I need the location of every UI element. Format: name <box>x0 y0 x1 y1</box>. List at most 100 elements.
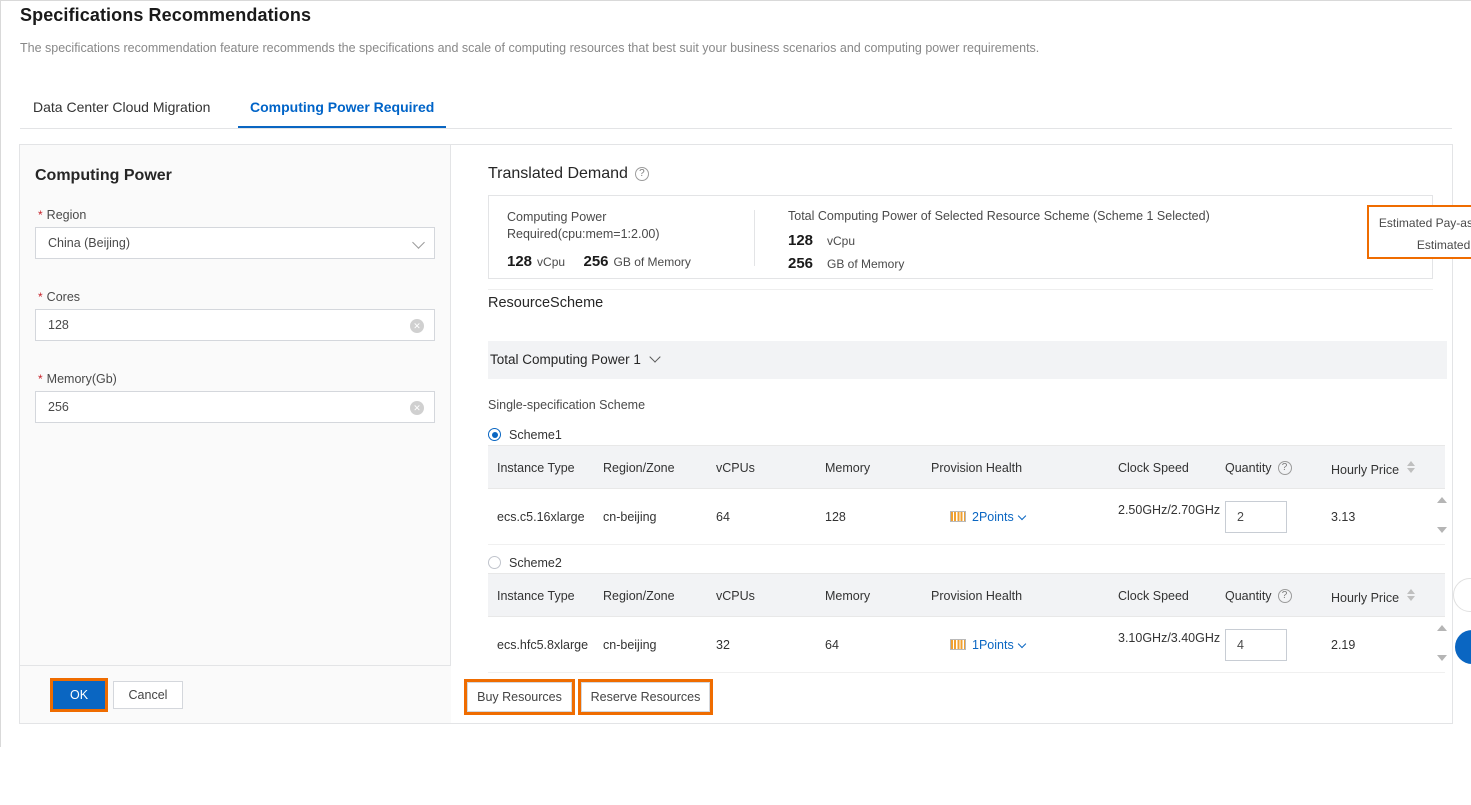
chevron-down-icon <box>1017 512 1025 520</box>
region-value: China (Beijing) <box>48 236 130 250</box>
scheme1-label: Scheme1 <box>509 428 562 442</box>
selected-vcpu-unit: vCpu <box>827 234 855 248</box>
single-specification-label: Single-specification Scheme <box>488 398 645 412</box>
scheme1-radio-row[interactable]: Scheme1 <box>488 428 562 442</box>
cell-region-zone: cn-beijing <box>603 638 657 652</box>
region-select[interactable]: China (Beijing) <box>35 227 435 259</box>
memory-value: 256 <box>48 400 69 414</box>
memory-label: *Memory(Gb) <box>38 372 117 386</box>
selected-scheme-group: Total Computing Power of Selected Resour… <box>788 209 1210 273</box>
col-memory: Memory <box>825 461 870 475</box>
chevron-down-icon <box>649 351 660 362</box>
clear-icon[interactable]: ✕ <box>410 319 424 333</box>
selected-scheme-title: Total Computing Power of Selected Resour… <box>788 209 1210 223</box>
col-region-zone: Region/Zone <box>603 461 675 475</box>
cores-input[interactable]: 128 ✕ <box>35 309 435 341</box>
quantity-input[interactable]: 2 <box>1225 501 1287 533</box>
col-memory: Memory <box>825 589 870 603</box>
main-card: Computing Power *Region China (Beijing) … <box>19 144 1453 724</box>
required-vcpu-value: 128 <box>507 253 532 270</box>
row-scroll-up[interactable] <box>1435 497 1449 503</box>
chevron-down-icon <box>1017 640 1025 648</box>
memory-input[interactable]: 256 ✕ <box>35 391 435 423</box>
cell-hourly-price: 2.19 <box>1331 638 1355 652</box>
cores-label: *Cores <box>38 290 80 304</box>
col-clock-speed: Clock Speed <box>1118 461 1189 475</box>
scheme2-radio-row[interactable]: Scheme2 <box>488 556 562 570</box>
scheme2-table: Instance Type Region/Zone vCPUs Memory P… <box>488 573 1445 673</box>
required-mem-value: 256 <box>584 253 609 270</box>
selected-mem-row: 256 GB of Memory <box>788 255 1210 273</box>
section-divider <box>488 289 1433 290</box>
cell-hourly-price: 3.13 <box>1331 510 1355 524</box>
row-scroll-down[interactable] <box>1435 655 1449 661</box>
health-bars-icon <box>950 511 966 522</box>
resource-scheme-title: ResourceScheme <box>488 295 603 311</box>
quantity-input[interactable]: 4 <box>1225 629 1287 661</box>
translated-demand-title: Translated Demand? <box>488 165 649 183</box>
demand-summary-box: Computing Power Required(cpu:mem=1:2.00)… <box>488 195 1433 279</box>
summary-divider <box>754 210 755 266</box>
table-header: Instance Type Region/Zone vCPUs Memory P… <box>488 573 1445 617</box>
required-values: 128 vCpu 256 GB of Memory <box>507 253 757 271</box>
tab-bar: Data Center Cloud Migration Computing Po… <box>20 92 1452 129</box>
computing-power-panel: Computing Power *Region China (Beijing) … <box>20 145 451 723</box>
table-row: ecs.hfc5.8xlarge cn-beijing 32 64 1Point… <box>488 617 1445 673</box>
sort-icon[interactable] <box>1407 461 1416 473</box>
col-provision-health: Provision Health <box>931 589 1022 603</box>
region-label: *Region <box>38 208 86 222</box>
page-title: Specifications Recommendations <box>20 5 311 26</box>
cell-memory: 64 <box>825 638 839 652</box>
required-mem-unit: GB of Memory <box>614 255 691 269</box>
page-description: The specifications recommendation featur… <box>20 41 1039 55</box>
scheme2-label: Scheme2 <box>509 556 562 570</box>
cell-provision-health[interactable]: 2Points <box>950 510 1025 524</box>
cell-vcpus: 64 <box>716 510 730 524</box>
cancel-button[interactable]: Cancel <box>113 681 183 709</box>
selected-vcpu-row: 128 vCpu <box>788 232 1210 250</box>
cell-clock-speed: 2.50GHz/2.70GHz <box>1118 502 1214 519</box>
collapse-label: Total Computing Power 1 <box>490 352 641 367</box>
total-computing-power-collapse[interactable]: Total Computing Power 1 <box>488 341 1447 379</box>
computing-power-title: Computing Power <box>35 167 172 185</box>
col-hourly-price[interactable]: Hourly Price <box>1331 589 1416 605</box>
scheme1-table: Instance Type Region/Zone vCPUs Memory P… <box>488 445 1445 545</box>
left-panel-footer: OK Cancel <box>20 665 451 723</box>
tab-data-center-cloud-migration[interactable]: Data Center Cloud Migration <box>33 92 210 128</box>
table-header: Instance Type Region/Zone vCPUs Memory P… <box>488 445 1445 489</box>
cell-region-zone: cn-beijing <box>603 510 657 524</box>
cores-value: 128 <box>48 318 69 332</box>
sort-icon[interactable] <box>1407 589 1416 601</box>
question-circle-icon[interactable]: ? <box>1278 589 1292 603</box>
selected-mem-value: 256 <box>788 255 822 272</box>
buy-resources-button[interactable]: Buy Resources <box>467 682 572 712</box>
tab-computing-power-required[interactable]: Computing Power Required <box>250 92 434 128</box>
col-provision-health: Provision Health <box>931 461 1022 475</box>
cell-instance-type: ecs.hfc5.8xlarge <box>497 638 588 652</box>
col-hourly-price[interactable]: Hourly Price <box>1331 461 1416 477</box>
payg-label: Estimated Pay-as-you-go Fee Per Core <box>1379 216 1471 230</box>
estimated-price-box: Estimated Pay-as-you-go Fee Per Core$0.0… <box>1367 205 1471 259</box>
row-scroll-up[interactable] <box>1435 625 1449 631</box>
selected-mem-unit: GB of Memory <box>827 257 904 271</box>
radio-icon-scheme2[interactable] <box>488 556 501 569</box>
question-circle-icon[interactable]: ? <box>1278 461 1292 475</box>
col-vcpus: vCPUs <box>716 461 755 475</box>
monthly-price-row: Estimated Monthly Subscription Price$180… <box>1417 237 1471 252</box>
question-circle-icon[interactable]: ? <box>635 167 649 181</box>
reserve-resources-button[interactable]: Reserve Resources <box>581 682 710 712</box>
chevron-down-icon <box>412 236 425 249</box>
required-label-line2: Required(cpu:mem=1:2.00) <box>507 226 757 243</box>
radio-icon-scheme1[interactable] <box>488 428 501 441</box>
required-star: * <box>38 290 43 304</box>
required-vcpu-unit: vCpu <box>537 255 565 269</box>
clear-icon[interactable]: ✕ <box>410 401 424 415</box>
cell-provision-health[interactable]: 1Points <box>950 638 1025 652</box>
cell-vcpus: 32 <box>716 638 730 652</box>
table-row: ecs.c5.16xlarge cn-beijing 64 128 2Point… <box>488 489 1445 545</box>
row-scroll-down[interactable] <box>1435 527 1449 533</box>
ok-button[interactable]: OK <box>53 681 105 709</box>
col-vcpus: vCPUs <box>716 589 755 603</box>
selected-vcpu-value: 128 <box>788 232 822 249</box>
translated-demand-panel: Translated Demand? Computing Power Requi… <box>451 145 1452 723</box>
